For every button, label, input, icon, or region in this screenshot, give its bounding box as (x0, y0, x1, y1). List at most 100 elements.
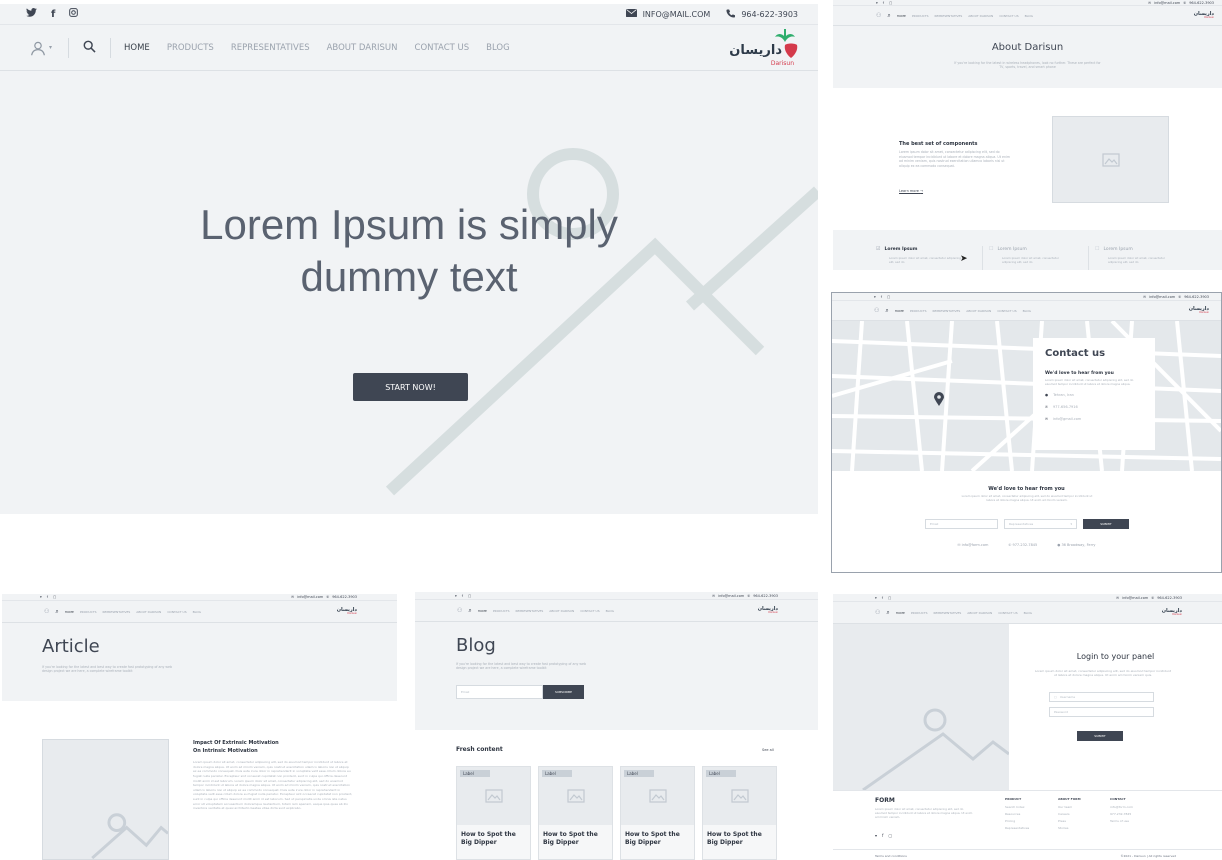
nav-contact[interactable]: CONTACT US (580, 609, 599, 613)
search-icon[interactable] (83, 40, 96, 56)
facebook-icon[interactable]: f (51, 9, 55, 20)
footer-link[interactable]: Pricing (1005, 819, 1029, 823)
footer-phone[interactable]: 977-232-7845 (1012, 543, 1037, 547)
facebook-icon[interactable]: f (881, 295, 882, 299)
see-all-link[interactable]: See all (762, 748, 774, 752)
twitter-icon[interactable] (26, 8, 37, 20)
email-field[interactable]: Email (925, 519, 998, 529)
blog-card[interactable]: Label How to Spot the Big Dipper (702, 766, 777, 860)
logo[interactable]: داریسان Darisun (729, 28, 798, 67)
user-icon[interactable]: ⚇ (44, 608, 49, 615)
facebook-icon[interactable]: f (462, 594, 463, 598)
blog-card[interactable]: Label How to Spot the Big Dipper (538, 766, 613, 860)
twitter-icon[interactable]: ▾ (455, 594, 457, 598)
user-icon[interactable]: ▾ (30, 40, 52, 56)
logo[interactable]: داریسان Darisun (1194, 11, 1214, 20)
nav-contact[interactable]: CONTACT US (997, 309, 1016, 313)
nav-about[interactable]: ABOUT DARISUN (967, 611, 992, 615)
top-phone[interactable]: 964-622-3903 (1157, 596, 1182, 600)
nav-home[interactable]: HOME (478, 609, 487, 613)
nav-products[interactable]: PRODUCTS (167, 43, 214, 53)
nav-blog[interactable]: BLOG (606, 609, 614, 613)
user-icon[interactable]: ⚇ (875, 609, 880, 616)
instagram-icon[interactable]: ▢ (889, 1, 892, 5)
search-icon[interactable]: ⌕ (468, 607, 471, 615)
search-icon[interactable]: ⌕ (55, 608, 58, 616)
subscribe-email-field[interactable]: Email (456, 684, 543, 699)
nav-representatives[interactable]: REPRESENTATIVES (932, 309, 960, 313)
nav-representatives[interactable]: REPRESENTATIVES (102, 610, 130, 614)
search-icon[interactable]: ⌕ (885, 307, 888, 315)
contact-phone[interactable]: 977-656-7916 (1053, 405, 1078, 409)
nav-home[interactable]: HOME (896, 611, 905, 615)
nav-blog[interactable]: BLOG (193, 610, 201, 614)
nav-contact[interactable]: CONTACT US (415, 43, 470, 53)
top-phone[interactable]: 964-622-3903 (332, 595, 357, 599)
nav-home[interactable]: HOME (895, 309, 904, 313)
nav-home[interactable]: HOME (124, 43, 150, 53)
twitter-icon[interactable]: ▾ (40, 595, 42, 599)
top-email[interactable]: info@mail.com (1154, 1, 1180, 5)
representatives-select[interactable]: Representatives ▾ (1004, 519, 1077, 529)
footer-link[interactable]: Our team (1058, 805, 1081, 809)
top-email[interactable]: info@mail.com (718, 594, 744, 598)
nav-products[interactable]: PRODUCTS (911, 611, 928, 615)
nav-about[interactable]: ABOUT DARISUN (549, 609, 574, 613)
nav-representatives[interactable]: REPRESENTATIVES (231, 43, 310, 53)
nav-blog[interactable]: BLOG (1024, 611, 1032, 615)
instagram-icon[interactable]: ▢ (888, 833, 892, 838)
twitter-icon[interactable]: ▾ (875, 596, 877, 600)
user-icon[interactable]: ⚇ (457, 607, 462, 614)
learn-more-link[interactable]: Learn more → (899, 189, 923, 193)
user-icon[interactable]: ⚇ (876, 12, 881, 19)
top-email[interactable]: info@mail.com (297, 595, 323, 599)
footer-link[interactable]: Representatives (1005, 826, 1029, 830)
top-email[interactable]: INFO@MAIL.COM (643, 10, 711, 19)
login-submit-button[interactable]: SUBMIT (1077, 731, 1123, 741)
contact-email[interactable]: info@gmail.com (1053, 417, 1081, 421)
instagram-icon[interactable]: ▢ (888, 596, 891, 600)
blog-card[interactable]: Label How to Spot the Big Dipper (456, 766, 531, 860)
search-icon[interactable]: ⌕ (887, 12, 890, 20)
instagram-icon[interactable]: ▢ (53, 595, 56, 599)
twitter-icon[interactable]: ▾ (876, 1, 878, 5)
map-pin-icon[interactable] (934, 391, 944, 410)
nav-representatives[interactable]: REPRESENTATIVES (515, 609, 543, 613)
footer-link[interactable]: Careers (1058, 812, 1081, 816)
nav-blog[interactable]: BLOG (1025, 14, 1033, 18)
nav-home[interactable]: HOME (65, 610, 74, 614)
top-email[interactable]: info@mail.com (1122, 596, 1148, 600)
nav-products[interactable]: PRODUCTS (80, 610, 97, 614)
blog-card[interactable]: Label How to Spot the Big Dipper (620, 766, 695, 860)
instagram-icon[interactable]: ▢ (468, 594, 471, 598)
nav-about[interactable]: ABOUT DARISUN (968, 14, 993, 18)
logo[interactable]: داریسان Darisun (1162, 608, 1182, 617)
footer-link[interactable]: Stories (1058, 826, 1081, 830)
top-phone[interactable]: 964-622-3903 (1189, 1, 1214, 5)
nav-contact[interactable]: CONTACT US (998, 611, 1017, 615)
footer-link[interactable]: Terms of use (1110, 819, 1133, 823)
nav-about[interactable]: ABOUT DARISUN (966, 309, 991, 313)
facebook-icon[interactable]: f (882, 833, 883, 838)
nav-blog[interactable]: BLOG (1023, 309, 1031, 313)
search-icon[interactable]: ⌕ (886, 609, 889, 617)
instagram-icon[interactable]: ▢ (887, 295, 890, 299)
footer-link[interactable]: Resources (1005, 812, 1029, 816)
nav-about[interactable]: ABOUT DARISUN (327, 43, 398, 53)
username-field[interactable]: ▢ Username (1049, 692, 1154, 702)
twitter-icon[interactable]: ▾ (874, 295, 876, 299)
top-phone[interactable]: 964-622-3903 (1184, 295, 1209, 299)
facebook-icon[interactable]: f (882, 596, 883, 600)
top-phone[interactable]: 964-622-3903 (741, 10, 798, 19)
footer-terms[interactable]: Terms and conditions (875, 854, 907, 858)
footer-email[interactable]: info@form.com (962, 543, 989, 547)
logo[interactable]: داریسان Darisun (758, 606, 778, 615)
nav-products[interactable]: PRODUCTS (910, 309, 927, 313)
user-icon[interactable]: ⚇ (874, 307, 879, 314)
nav-home[interactable]: HOME (897, 14, 906, 18)
facebook-icon[interactable]: f (883, 1, 884, 5)
subscribe-button[interactable]: SUBSCRIBE (543, 684, 584, 699)
footer-link[interactable]: Search Index (1005, 805, 1029, 809)
nav-representatives[interactable]: REPRESENTATIVES (933, 611, 961, 615)
top-phone[interactable]: 964-622-3903 (753, 594, 778, 598)
